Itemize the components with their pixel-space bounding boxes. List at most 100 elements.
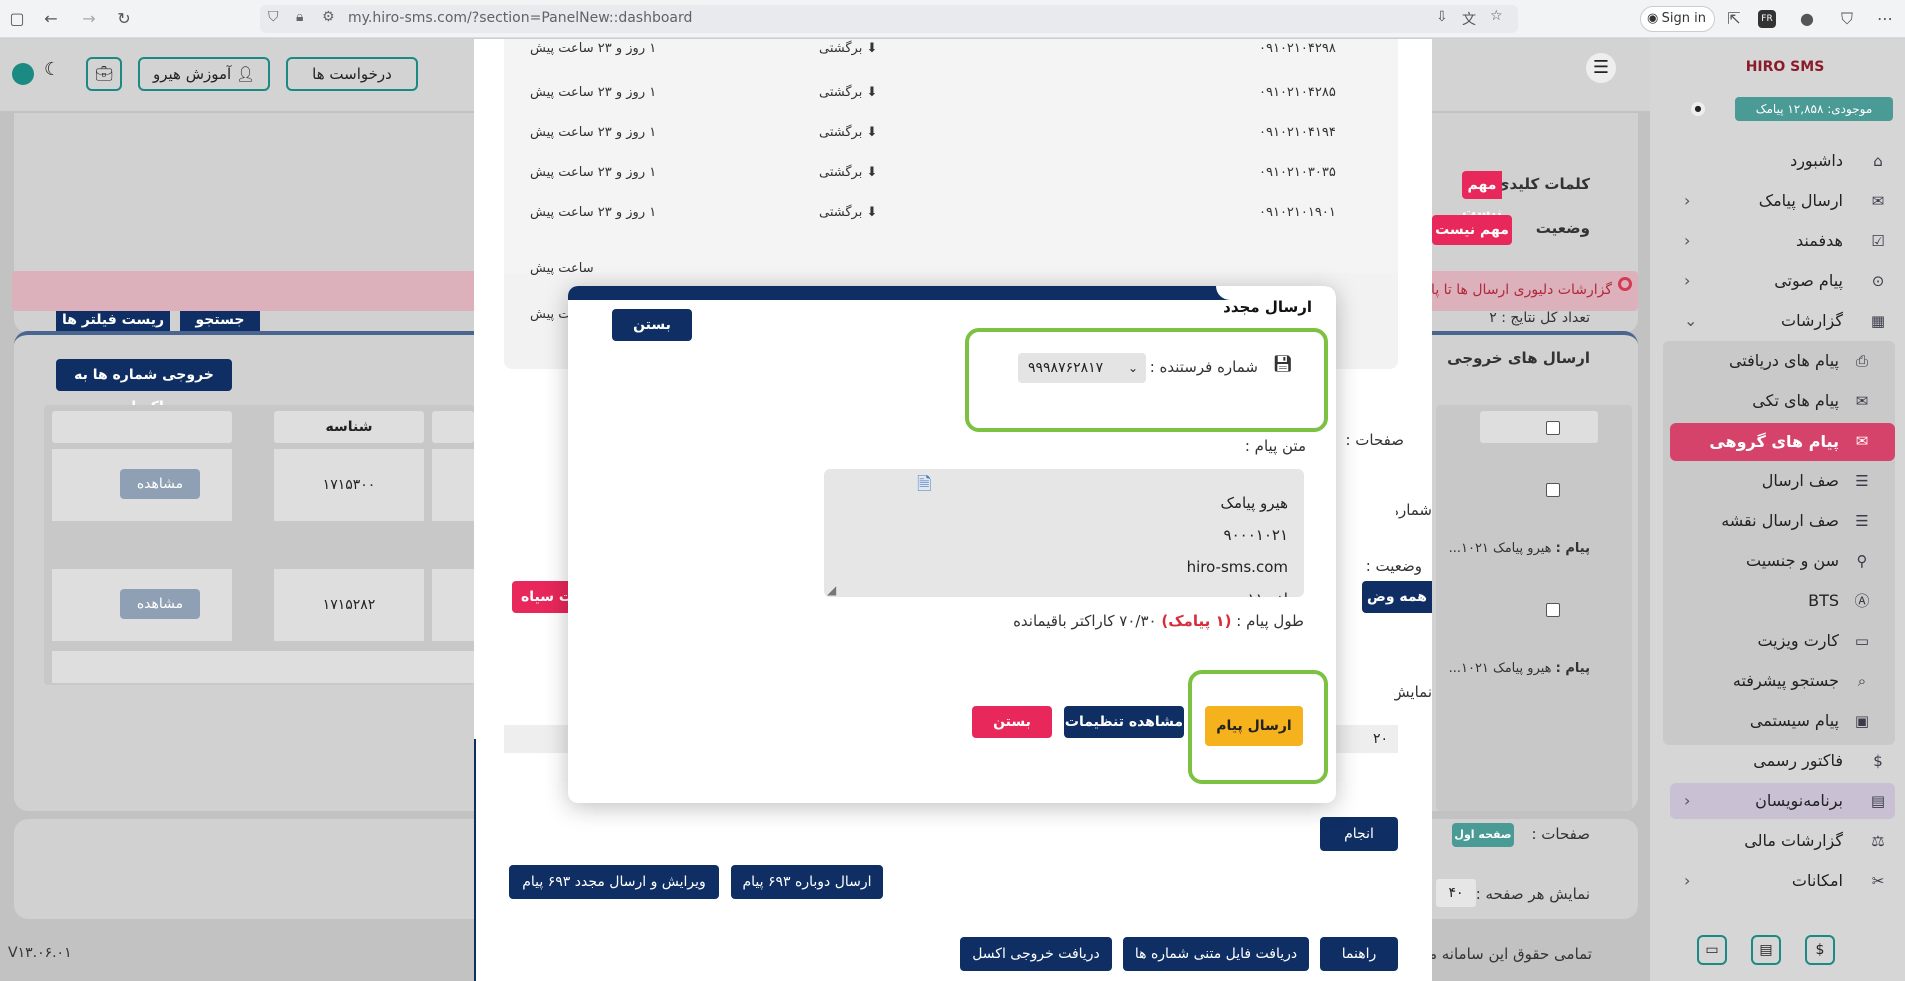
- sidebar-item-age-gender[interactable]: ⚲ سن و جنسیت: [1670, 543, 1895, 579]
- resize-handle-icon[interactable]: ◢: [827, 583, 836, 597]
- first-page-button[interactable]: صفحه اول: [1452, 823, 1514, 847]
- menu-dots-icon[interactable]: ⋯: [1874, 8, 1896, 30]
- requests-label: درخواست ها: [312, 65, 392, 83]
- back-icon[interactable]: ←: [40, 8, 62, 30]
- alert-banner-right: گزارشات دلیوری ارسال ها تا پایا: [1423, 271, 1638, 311]
- per-page-select[interactable]: ۴۰: [1436, 879, 1476, 907]
- sidebar-item-features[interactable]: ✂ امکانات ‹: [1670, 863, 1895, 899]
- row-time: ۱ روز و ۲۳ ساعت پیش: [530, 41, 657, 56]
- row-number: ۰۹۱۰۲۱۰۳۰۳۵: [1259, 165, 1336, 180]
- translate-icon[interactable]: 文: [1462, 9, 1476, 29]
- sidebar-footer-button-3[interactable]: $: [1805, 935, 1835, 965]
- download-circle-icon[interactable]: ⬇: [866, 125, 877, 140]
- resend-all-button[interactable]: ارسال دوباره ۶۹۳ پیام: [731, 865, 883, 899]
- sidebar-footer-button-1[interactable]: ▭: [1697, 935, 1727, 965]
- sidebar-item-advanced-search[interactable]: ⌕ جستجو پیشرفته: [1670, 663, 1895, 699]
- row-checkbox[interactable]: [1546, 603, 1560, 617]
- sidebar-item-send-sms[interactable]: ✉ ارسال پیامک ‹: [1670, 183, 1895, 219]
- shield-icon[interactable]: ⛉: [268, 9, 279, 25]
- sidebar-item-business-card[interactable]: ▭ کارت ویزیت: [1670, 623, 1895, 659]
- sidebar-item-system[interactable]: ▣ پیام سیستمی: [1670, 703, 1895, 739]
- table-cell: [432, 569, 474, 641]
- message-textarea[interactable]: هیرو پیامک ۹۰۰۰۱۰۲۱ hiro-sms.com لغو ۱۱ …: [824, 469, 1304, 597]
- sidebar-item-reports[interactable]: ▦ گزارشات ⌄: [1670, 303, 1895, 339]
- id-card-icon: ▤: [1759, 942, 1773, 958]
- sidebar-item-received[interactable]: ⎙ پیام های دریافتی: [1670, 343, 1895, 379]
- sidebar-item-developers[interactable]: ▤ برنامه‌نویسان ‹: [1670, 783, 1895, 819]
- sidebar-item-group[interactable]: ✉ پیام های گروهی: [1670, 423, 1895, 461]
- reload-icon[interactable]: ↻: [113, 8, 135, 30]
- download-icon[interactable]: ⇩: [1436, 9, 1448, 25]
- sidebar-item-label: پیام های تکی: [1752, 391, 1839, 410]
- pages-label: صفحات :: [1345, 431, 1404, 449]
- download-circle-icon[interactable]: ⬇: [866, 85, 877, 100]
- tab-actions-icon[interactable]: ▢: [6, 8, 28, 30]
- signin-button[interactable]: ◉ Sign in: [1640, 6, 1715, 32]
- moon-icon[interactable]: ☾: [44, 59, 60, 80]
- check-icon: ☑: [1871, 232, 1885, 250]
- sidebar-item-map-queue[interactable]: ☰ صف ارسال نقشه: [1670, 503, 1895, 539]
- requests-button[interactable]: درخواست ها: [286, 57, 418, 91]
- sidebar-item-single[interactable]: ✉ پیام های تکی: [1670, 383, 1895, 419]
- export-excel-button[interactable]: خروجی شماره ها به اکسل: [56, 359, 232, 415]
- row-status-label: برگشتی: [819, 165, 863, 180]
- download-circle-icon[interactable]: ⬇: [866, 41, 877, 56]
- download-circle-icon[interactable]: ⬇: [866, 205, 877, 220]
- address-bar[interactable]: ⛉ 🔒︎ ⚙ my.hiro-sms.com/?section=PanelNew…: [260, 5, 1518, 33]
- forward-icon[interactable]: →: [78, 8, 100, 30]
- edit-resend-button[interactable]: ویرایش و ارسال مجدد ۶۹۳ پیام: [509, 865, 719, 899]
- add-file-icon[interactable]: 🗎: [917, 472, 939, 498]
- info-icon[interactable]: ●: [1691, 102, 1705, 116]
- sidebar-item-finance[interactable]: ⚖ گزارشات مالی: [1670, 823, 1895, 859]
- extension-icon[interactable]: ●: [1796, 8, 1818, 30]
- chevron-left-icon: ‹: [1684, 871, 1691, 890]
- message-preview: هیرو پیامک ۱۰۲۱...: [1448, 541, 1552, 556]
- sidebar-item-label: فاکتور رسمی: [1753, 751, 1843, 770]
- sidebar-item-voice[interactable]: ⊙ پیام صوتی ‹: [1670, 263, 1895, 299]
- code-icon: ▤: [1870, 792, 1886, 810]
- hamburger-icon[interactable]: ☰: [1586, 53, 1616, 83]
- send-message-button[interactable]: ارسال پیام: [1205, 706, 1303, 746]
- chevron-left-icon: ‹: [1684, 271, 1691, 290]
- row-status-label: برگشتی: [819, 41, 863, 56]
- sidebar-item-bts[interactable]: Ⓐ BTS: [1670, 583, 1895, 619]
- outbox-title: ارسال های خروجی: [1447, 349, 1590, 367]
- done-button[interactable]: انجام: [1320, 817, 1398, 851]
- pages-label: صفحات :: [1531, 825, 1590, 843]
- sender-select[interactable]: ۹۹۹۸۷۶۲۸۱۷ ⌄: [1018, 353, 1146, 383]
- download-circle-icon[interactable]: ⬇: [866, 165, 877, 180]
- sidebar-item-invoice[interactable]: $ فاکتور رسمی: [1670, 743, 1895, 779]
- chevron-down-icon: ⌄: [1127, 361, 1138, 375]
- bookmark-star-icon[interactable]: ☆: [1490, 8, 1503, 24]
- help-button[interactable]: راهنما: [1320, 937, 1398, 971]
- close-top-button[interactable]: بستن: [612, 309, 692, 341]
- lock-icon[interactable]: 🔒︎: [296, 9, 303, 25]
- close-button[interactable]: بستن: [972, 706, 1052, 738]
- view-settings-button[interactable]: مشاهده تنظیمات: [1064, 706, 1184, 738]
- voicemail-icon: ⊙: [1871, 272, 1885, 290]
- download-excel-button[interactable]: دریافت خروجی اکسل: [960, 937, 1112, 971]
- download-txt-button[interactable]: دریافت فایل متنی شماره ها: [1123, 937, 1309, 971]
- theme-toggle-icon[interactable]: [12, 63, 34, 85]
- sidebar-item-dashboard[interactable]: ⌂ داشبورد: [1670, 143, 1895, 179]
- briefcase-button[interactable]: 💼︎: [86, 57, 122, 91]
- sidebar-item-targeted[interactable]: ☑ هدفمند ‹: [1670, 223, 1895, 259]
- message-preview: هیرو پیامک ۱۰۲۱...: [1448, 661, 1552, 676]
- sidebar-item-queue[interactable]: ☰ صف ارسال: [1670, 463, 1895, 499]
- view-button[interactable]: مشاهده: [120, 469, 200, 499]
- shield-extension-icon[interactable]: ⛉: [1836, 8, 1858, 30]
- status-not-important-badge[interactable]: مهم نیست: [1432, 215, 1512, 245]
- tutorial-button[interactable]: 👤︎ آموزش هیرو: [138, 57, 270, 91]
- row-checkbox[interactable]: [1546, 483, 1560, 497]
- extensions-icon[interactable]: ⇱: [1723, 8, 1745, 30]
- view-button[interactable]: مشاهده: [120, 589, 200, 619]
- sidebar-footer-button-2[interactable]: ▤: [1751, 935, 1781, 965]
- keywords-not-important-badge[interactable]: مهم نیست: [1462, 171, 1502, 221]
- permissions-icon[interactable]: ⚙: [322, 9, 335, 25]
- copyright-text: تمامی حقوق این سامانه محفو: [1432, 945, 1592, 963]
- all-status-button[interactable]: همه وض: [1362, 581, 1432, 613]
- select-all-checkbox[interactable]: [1546, 421, 1560, 435]
- url-text[interactable]: my.hiro-sms.com/?section=PanelNew::dashb…: [348, 10, 692, 26]
- extension-badge-icon[interactable]: FR: [1758, 10, 1776, 28]
- column-header-id: شناسه: [274, 411, 424, 443]
